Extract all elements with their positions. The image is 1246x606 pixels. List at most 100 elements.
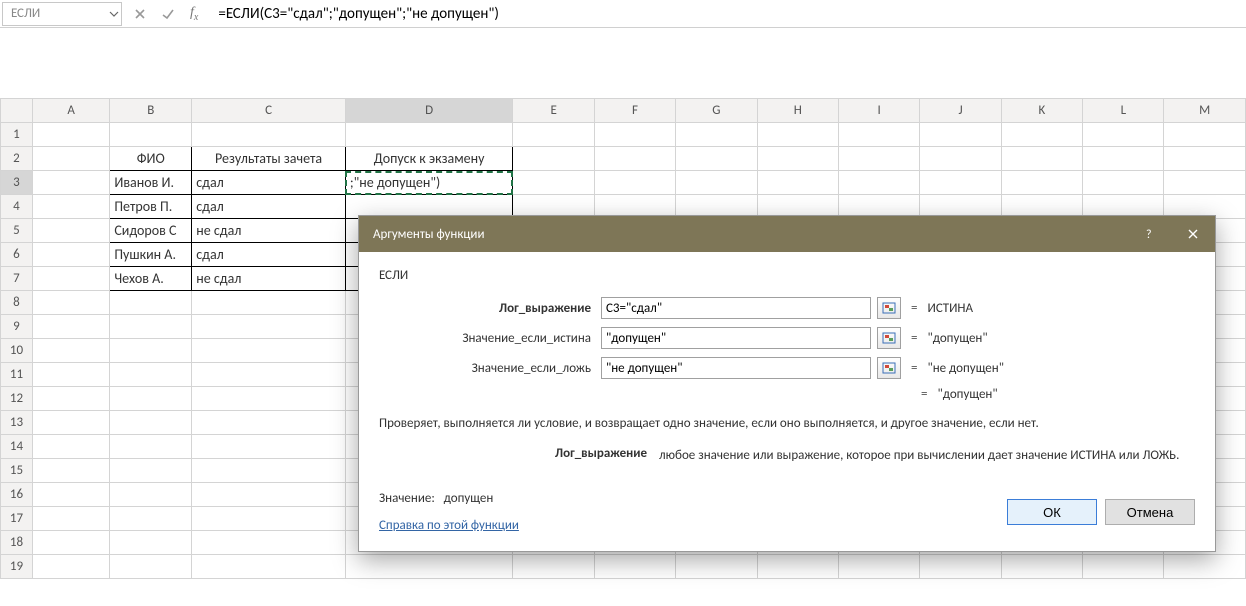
cell-D19[interactable]: [345, 555, 513, 579]
col-header-I[interactable]: I: [839, 99, 920, 123]
col-header-A[interactable]: A: [32, 99, 109, 123]
cell-A9[interactable]: [32, 315, 109, 339]
col-header-D[interactable]: D: [345, 99, 513, 123]
cell-J19[interactable]: [920, 555, 1001, 579]
cell-E2[interactable]: [513, 147, 594, 171]
row-header-19[interactable]: 19: [1, 555, 33, 579]
cancel-formula-button[interactable]: [126, 2, 154, 26]
cell-E1[interactable]: [513, 123, 594, 147]
fx-icon[interactable]: fx: [182, 5, 206, 23]
cell-L2[interactable]: [1083, 147, 1164, 171]
cell-B1[interactable]: [110, 123, 192, 147]
col-header-E[interactable]: E: [513, 99, 594, 123]
row-header-17[interactable]: 17: [1, 507, 33, 531]
row-header-8[interactable]: 8: [1, 291, 33, 315]
cell-C15[interactable]: [192, 459, 346, 483]
cell-B18[interactable]: [110, 531, 192, 555]
cell-H2[interactable]: [757, 147, 838, 171]
cell-C3[interactable]: сдал: [192, 171, 346, 195]
name-box[interactable]: ЕСЛИ: [2, 2, 122, 26]
cell-C1[interactable]: [192, 123, 346, 147]
col-header-C[interactable]: C: [192, 99, 346, 123]
cell-C4[interactable]: сдал: [192, 195, 346, 219]
cancel-button[interactable]: Отмена: [1105, 499, 1195, 525]
cell-A5[interactable]: [32, 219, 109, 243]
cell-I1[interactable]: [839, 123, 920, 147]
cell-C17[interactable]: [192, 507, 346, 531]
cell-A17[interactable]: [32, 507, 109, 531]
cell-C14[interactable]: [192, 435, 346, 459]
row-header-9[interactable]: 9: [1, 315, 33, 339]
select-all-corner[interactable]: [1, 99, 33, 123]
arg-input-1[interactable]: [601, 327, 871, 349]
row-header-4[interactable]: 4: [1, 195, 33, 219]
cell-I3[interactable]: [839, 171, 920, 195]
row-header-11[interactable]: 11: [1, 363, 33, 387]
cell-K1[interactable]: [1001, 123, 1082, 147]
ref-edit-button-0[interactable]: [877, 297, 901, 319]
cell-D3[interactable]: ;"не допущен"): [345, 171, 513, 195]
close-button[interactable]: [1171, 216, 1215, 252]
cell-M1[interactable]: [1164, 123, 1246, 147]
cell-A14[interactable]: [32, 435, 109, 459]
cell-B19[interactable]: [110, 555, 192, 579]
cell-C5[interactable]: не сдал: [192, 219, 346, 243]
cell-A2[interactable]: [32, 147, 109, 171]
cell-G2[interactable]: [676, 147, 757, 171]
help-link[interactable]: Справка по этой функции: [379, 518, 519, 533]
cell-B11[interactable]: [110, 363, 192, 387]
help-button[interactable]: ?: [1127, 216, 1171, 252]
cell-K2[interactable]: [1001, 147, 1082, 171]
cell-C8[interactable]: [192, 291, 346, 315]
cell-A3[interactable]: [32, 171, 109, 195]
row-header-5[interactable]: 5: [1, 219, 33, 243]
cell-D1[interactable]: [345, 123, 513, 147]
cell-K19[interactable]: [1001, 555, 1082, 579]
cell-H19[interactable]: [757, 555, 838, 579]
col-header-K[interactable]: K: [1001, 99, 1082, 123]
cell-A10[interactable]: [32, 339, 109, 363]
cell-H3[interactable]: [757, 171, 838, 195]
cell-B14[interactable]: [110, 435, 192, 459]
row-header-13[interactable]: 13: [1, 411, 33, 435]
row-header-1[interactable]: 1: [1, 123, 33, 147]
cell-A18[interactable]: [32, 531, 109, 555]
cell-A11[interactable]: [32, 363, 109, 387]
row-header-6[interactable]: 6: [1, 243, 33, 267]
cell-B16[interactable]: [110, 483, 192, 507]
cell-C9[interactable]: [192, 315, 346, 339]
arg-input-2[interactable]: [601, 357, 871, 379]
cell-L19[interactable]: [1083, 555, 1164, 579]
cell-A13[interactable]: [32, 411, 109, 435]
cell-J3[interactable]: [920, 171, 1001, 195]
cell-C12[interactable]: [192, 387, 346, 411]
cell-C18[interactable]: [192, 531, 346, 555]
cell-B7[interactable]: Чехов А.: [110, 267, 192, 291]
cell-C16[interactable]: [192, 483, 346, 507]
row-header-12[interactable]: 12: [1, 387, 33, 411]
cell-C11[interactable]: [192, 363, 346, 387]
cell-B8[interactable]: [110, 291, 192, 315]
row-header-7[interactable]: 7: [1, 267, 33, 291]
enter-formula-button[interactable]: [154, 2, 182, 26]
ref-edit-button-2[interactable]: [877, 357, 901, 379]
cell-G19[interactable]: [676, 555, 757, 579]
cell-B10[interactable]: [110, 339, 192, 363]
cell-C19[interactable]: [192, 555, 346, 579]
cell-F2[interactable]: [594, 147, 675, 171]
cell-B3[interactable]: Иванов И.: [110, 171, 192, 195]
row-header-15[interactable]: 15: [1, 459, 33, 483]
cell-A1[interactable]: [32, 123, 109, 147]
cell-A15[interactable]: [32, 459, 109, 483]
formula-input[interactable]: =ЕСЛИ(C3="сдал";"допущен";"не допущен"): [210, 5, 1246, 23]
cell-H1[interactable]: [757, 123, 838, 147]
col-header-L[interactable]: L: [1083, 99, 1164, 123]
cell-C2[interactable]: Результаты зачета: [192, 147, 346, 171]
cell-F1[interactable]: [594, 123, 675, 147]
cell-J2[interactable]: [920, 147, 1001, 171]
cell-C10[interactable]: [192, 339, 346, 363]
cell-E3[interactable]: [513, 171, 594, 195]
col-header-G[interactable]: G: [676, 99, 757, 123]
cell-B13[interactable]: [110, 411, 192, 435]
cell-M19[interactable]: [1164, 555, 1246, 579]
